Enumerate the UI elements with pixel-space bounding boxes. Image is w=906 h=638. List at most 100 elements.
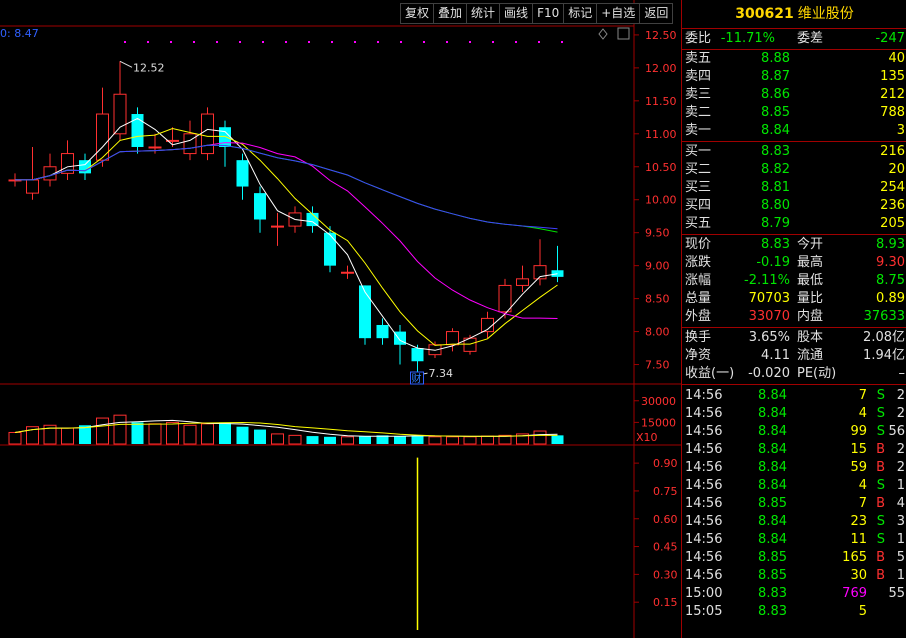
stock-code: 300621 — [735, 6, 794, 22]
ask-price: 8.88 — [761, 51, 790, 66]
volume-bar — [148, 423, 162, 445]
quote-value-2: 37633 — [863, 309, 905, 324]
ask-volume: 212 — [880, 87, 905, 102]
candle-body — [219, 127, 231, 147]
volume-bar — [219, 422, 231, 444]
ask-volume: 788 — [880, 105, 905, 120]
quote-row: 现价 8.83 今开 8.93 — [682, 236, 906, 254]
marker-dot — [538, 41, 540, 43]
price-tick-label: 10.50 — [645, 161, 677, 174]
price-tick-label: 12.00 — [645, 62, 677, 75]
quote-label: 涨跌 — [685, 255, 712, 270]
candle-body — [254, 193, 266, 220]
trade-row: 14:56 8.84 4 S 1 — [682, 477, 906, 495]
trade-count: 56 — [888, 424, 905, 439]
candle-body — [341, 271, 354, 274]
overlay-button[interactable]: 叠加 — [434, 3, 468, 24]
bid-price: 8.82 — [761, 162, 790, 177]
fuquan-button[interactable]: 复权 — [400, 3, 435, 24]
price-tick-label: 12.50 — [645, 29, 677, 42]
candle-body — [26, 179, 39, 194]
quote-label: 外盘 — [685, 309, 712, 324]
trade-count: 2 — [896, 388, 905, 403]
mark-button[interactable]: 标记 — [564, 3, 598, 24]
ask-label: 卖二 — [685, 105, 712, 120]
bid-volume: 205 — [880, 216, 905, 231]
volume-bar — [113, 414, 127, 445]
stats-row: 换手 3.65% 股本 2.08亿 — [682, 329, 906, 347]
quote-value: 33070 — [748, 309, 790, 324]
volume-bar — [183, 424, 197, 445]
bid-row: 买二 8.82 20 — [682, 161, 906, 179]
ask-label: 卖五 — [685, 51, 712, 66]
volume-bar — [131, 422, 144, 444]
stats-label-2: 股本 — [797, 330, 824, 345]
price-tick-label: 9.50 — [645, 227, 670, 240]
marker-dot — [331, 41, 333, 43]
bid-price: 8.80 — [761, 198, 790, 213]
trade-count: 2 — [896, 406, 905, 421]
volume-bar — [463, 436, 477, 445]
marker-dot — [193, 41, 195, 43]
weibi-row: 委比 -11.71% 委差 -247 — [682, 29, 906, 50]
kline-chart[interactable]: 12.50 12.00 11.50 11.00 10.50 10.00 9.50 9.00 8.… — [0, 0, 681, 638]
volume-bar — [236, 426, 249, 444]
candle-body — [183, 133, 197, 155]
f10-button[interactable]: F10 — [533, 3, 565, 24]
ask-volume: 3 — [896, 123, 905, 138]
trade-count: 2 — [896, 442, 905, 457]
trade-price: 8.84 — [758, 532, 787, 547]
trade-price: 8.84 — [758, 442, 787, 457]
trade-price: 8.84 — [758, 478, 787, 493]
trade-volume: 165 — [842, 550, 867, 565]
volume-bar — [324, 436, 336, 444]
quote-label-2: 今开 — [797, 237, 824, 252]
trade-count: 5 — [896, 550, 905, 565]
bid-label: 买三 — [685, 180, 712, 195]
add-favorite-button[interactable]: +自选 — [597, 3, 641, 24]
volume-bar — [446, 436, 459, 445]
low-label: 7.34 — [429, 367, 454, 380]
trade-row: 14:56 8.85 165 B 5 — [682, 549, 906, 567]
trade-price: 8.84 — [758, 460, 787, 475]
indicator-tick-label: 0.15 — [653, 596, 678, 609]
volume-bar — [551, 435, 564, 444]
volume-scale-label: X10 — [636, 431, 658, 444]
volume-bar — [254, 429, 266, 444]
quote-row: 涨跌 -0.19 最高 9.30 — [682, 254, 906, 272]
stats-value-2: – — [898, 366, 906, 381]
ask-book: 卖五 8.88 40 卖四 8.87 135 卖三 8.86 212 卖二 8.85 788 卖一 8.8… — [682, 50, 906, 142]
ask-row: 卖三 8.86 212 — [682, 86, 906, 104]
trade-direction: S — [876, 532, 885, 547]
ask-label: 卖四 — [685, 69, 712, 84]
trade-volume: 15 — [850, 442, 867, 457]
trade-row: 14:56 8.85 30 B 1 — [682, 567, 906, 585]
candle-body — [551, 270, 564, 277]
bid-row: 买一 8.83 216 — [682, 143, 906, 161]
volume-bar — [394, 436, 406, 444]
candle-body — [359, 285, 371, 339]
candle-body — [446, 331, 459, 346]
volume-bar — [341, 436, 354, 445]
trade-time: 14:56 — [685, 532, 723, 547]
quote-panel: 300621 维业股份 委比 -11.71% 委差 -247 卖五 8.88 40 卖四… — [681, 0, 906, 638]
ma-legend: 0: 8.47 — [0, 27, 39, 40]
quote-label-2: 最高 — [797, 255, 824, 270]
stats-value: 4.11 — [761, 348, 790, 363]
trade-volume: 7 — [858, 496, 867, 511]
trade-direction: B — [876, 460, 885, 475]
ask-volume: 135 — [880, 69, 905, 84]
marker-dot — [147, 41, 149, 43]
quote-value: 70703 — [748, 291, 790, 306]
back-button[interactable]: 返回 — [640, 3, 674, 24]
ask-volume: 40 — [888, 51, 905, 66]
stats-button[interactable]: 统计 — [467, 3, 501, 24]
stats-value-2: 2.08亿 — [863, 330, 905, 345]
bid-price: 8.83 — [761, 144, 790, 159]
ask-row: 卖二 8.85 788 — [682, 104, 906, 122]
stats-label: 净资 — [685, 348, 712, 363]
price-tick-label: 10.00 — [645, 194, 677, 207]
draw-line-button[interactable]: 画线 — [500, 3, 534, 24]
bid-label: 买五 — [685, 216, 712, 231]
volume-bar — [8, 431, 22, 445]
